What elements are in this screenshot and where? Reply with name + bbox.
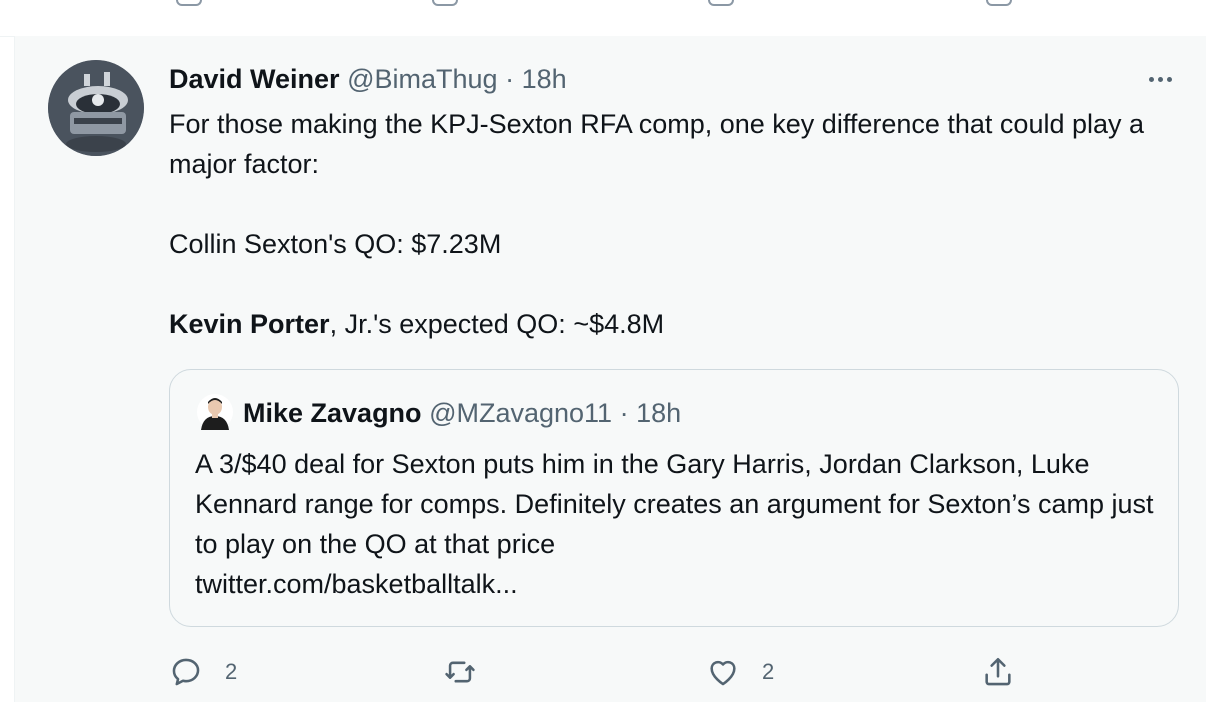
quoted-author-handle[interactable]: @MZavagno11 xyxy=(429,398,612,428)
more-horizontal-icon-dot xyxy=(1157,76,1163,82)
share-icon[interactable] xyxy=(986,0,1012,6)
like-button[interactable]: 2 xyxy=(706,652,774,692)
more-button[interactable] xyxy=(1138,64,1182,94)
tweet-actions: 2 2 xyxy=(169,652,1179,692)
reply-count: 2 xyxy=(225,659,238,684)
tweet-line-2: Collin Sexton's QO: $7.23M xyxy=(169,229,502,259)
separator: · xyxy=(505,64,515,94)
mention-kevin-porter[interactable]: Kevin Porter xyxy=(169,309,330,339)
quoted-header: Mike Zavagno @MZavagno11 · 18h xyxy=(243,396,681,430)
reply-button[interactable]: 2 xyxy=(169,652,237,692)
quoted-link[interactable]: twitter.com/basketballtalk... xyxy=(195,564,1155,604)
more-horizontal-icon-dot xyxy=(1166,76,1172,82)
share-button[interactable] xyxy=(981,652,1015,692)
like-icon[interactable] xyxy=(708,0,734,6)
quoted-text: A 3/$40 deal for Sexton puts him in the … xyxy=(195,444,1155,604)
share-icon xyxy=(985,657,1011,686)
retweet-icon[interactable] xyxy=(432,0,458,6)
tweet-line-1: For those making the KPJ-Sexton RFA comp… xyxy=(169,109,1145,179)
avatar[interactable] xyxy=(48,60,144,156)
tweet-text: For those making the KPJ-Sexton RFA comp… xyxy=(169,104,1179,344)
reply-icon[interactable] xyxy=(176,0,202,6)
quoted-timestamp[interactable]: 18h xyxy=(636,398,681,428)
author-handle[interactable]: @BimaThug xyxy=(347,64,497,94)
quoted-avatar xyxy=(197,394,233,430)
quoted-tweet[interactable]: Mike Zavagno @MZavagno11 · 18h A 3/$40 d… xyxy=(169,369,1179,627)
timestamp[interactable]: 18h xyxy=(522,64,567,94)
retweet-button[interactable] xyxy=(443,652,499,692)
more-horizontal-icon-dot xyxy=(1148,76,1154,82)
tweet-line-3: Kevin Porter, Jr.'s expected QO: ~$4.8M xyxy=(169,304,1179,344)
retweet-icon xyxy=(445,661,475,683)
author-name[interactable]: David Weiner xyxy=(169,64,340,94)
reply-icon xyxy=(172,658,200,686)
quoted-body: A 3/$40 deal for Sexton puts him in the … xyxy=(195,449,1154,559)
separator: · xyxy=(619,398,629,428)
like-count: 2 xyxy=(762,659,775,684)
tweet-line-3-rest: , Jr.'s expected QO: ~$4.8M xyxy=(329,309,665,339)
previous-tweet-actions xyxy=(0,0,1206,37)
tweet-header: David Weiner @BimaThug · 18h xyxy=(169,62,567,96)
avatar-image xyxy=(48,60,144,156)
quoted-avatar-image xyxy=(197,394,233,430)
quoted-author-name[interactable]: Mike Zavagno xyxy=(243,398,422,428)
like-icon xyxy=(710,660,736,686)
